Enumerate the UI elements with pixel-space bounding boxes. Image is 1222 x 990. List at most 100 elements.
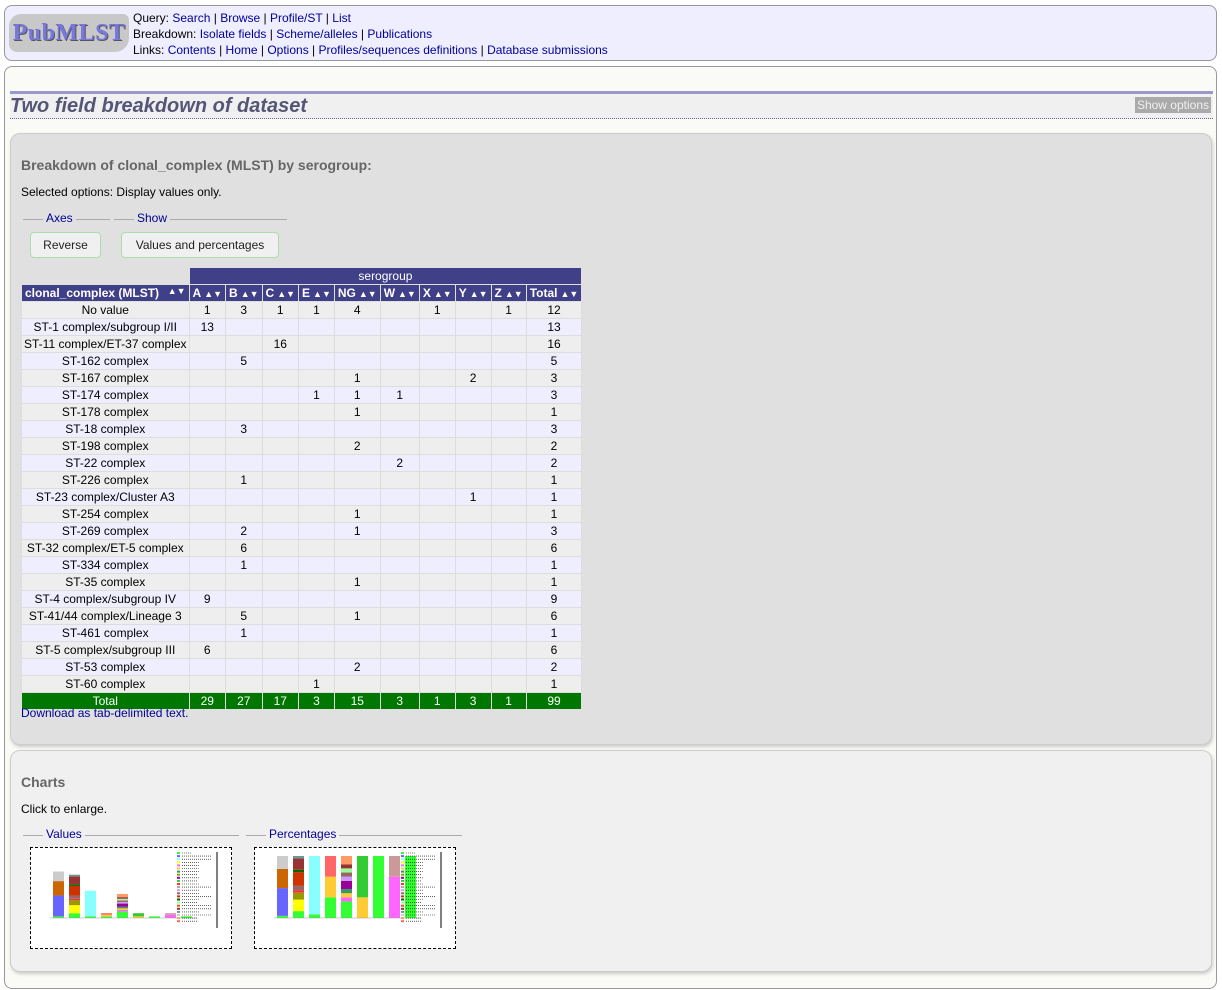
col-header-clonal-complex[interactable]: clonal_complex (MLST) ▲▼: [21, 284, 190, 302]
legend-swatch: [401, 917, 404, 920]
cell-e: [298, 539, 335, 557]
cell-a: [188, 335, 227, 353]
cell-e: [298, 403, 335, 421]
query-list-link[interactable]: List: [332, 11, 351, 25]
percentages-chart-thumbnail[interactable]: [254, 847, 456, 949]
cell-a: [188, 352, 227, 370]
cell-ng: [333, 539, 381, 557]
col-header-a[interactable]: A ▲▼: [188, 284, 227, 302]
col-header-w[interactable]: W ▲▼: [379, 284, 420, 302]
cell-c: [261, 539, 300, 557]
bar-segment: [341, 864, 352, 869]
profiles-definitions-link[interactable]: Profiles/sequences definitions: [319, 43, 478, 57]
breakdown-table: serogroup clonal_complex (MLST) ▲▼ A ▲▼ B ▲▼ C…: [21, 267, 583, 710]
cell-a: [188, 658, 227, 676]
row-label: ST-162 complex: [21, 352, 190, 370]
cell-x: [418, 624, 456, 642]
contents-link[interactable]: Contents: [168, 43, 216, 57]
cell-a: 9: [188, 590, 227, 608]
home-link[interactable]: Home: [226, 43, 258, 57]
bar-segment: [165, 913, 176, 915]
query-search-link[interactable]: Search: [172, 11, 210, 25]
legend-swatch: [177, 867, 180, 870]
cell-e: [298, 471, 335, 489]
reverse-axes-button[interactable]: Reverse: [30, 232, 101, 258]
cell-ng: [333, 318, 381, 336]
query-profile-st-link[interactable]: Profile/ST: [270, 11, 322, 25]
col-header-y[interactable]: Y ▲▼: [454, 284, 492, 302]
cell-x: [418, 607, 456, 625]
cell-z: [490, 624, 527, 642]
download-tab-delimited-link[interactable]: Download as tab-delimited text.: [21, 706, 188, 720]
database-submissions-link[interactable]: Database submissions: [487, 43, 608, 57]
cell-total: 1: [525, 675, 583, 693]
cell-z: [490, 437, 527, 455]
col-header-x[interactable]: X ▲▼: [418, 284, 456, 302]
row-label: ST-5 complex/subgroup III: [21, 641, 190, 659]
bar-segment: [293, 869, 304, 873]
col-header-e[interactable]: E ▲▼: [298, 284, 335, 302]
cell-ng: 1: [333, 403, 381, 421]
cell-z: [490, 454, 527, 472]
table-row: ST-32 complex/ET-5 complex 6 6: [21, 539, 583, 557]
legend-swatch: [177, 852, 180, 854]
cell-e: [298, 522, 335, 540]
cell-b: [225, 335, 263, 353]
legend-swatch: [401, 867, 404, 870]
bar-segment: [117, 900, 128, 902]
values-and-percentages-button[interactable]: Values and percentages: [121, 232, 279, 258]
cell-e: [298, 420, 335, 438]
cell-w: 1: [379, 386, 420, 404]
pubmlst-logo[interactable]: PubMLST: [9, 14, 129, 52]
bar-segment: [325, 876, 336, 898]
selected-options-text: Selected options: Display values only.: [21, 185, 222, 199]
bar-segment: [69, 900, 80, 906]
col-header-ng[interactable]: NG ▲▼: [333, 284, 381, 302]
cell-b: 1: [225, 624, 263, 642]
legend-swatch: [401, 914, 404, 916]
cell-x: [418, 386, 456, 404]
cell-x: [418, 352, 456, 370]
breakdown-isolate-fields-link[interactable]: Isolate fields: [200, 27, 267, 41]
legend-swatch: [401, 855, 404, 858]
col-header-b[interactable]: B ▲▼: [225, 284, 263, 302]
cell-total: 3: [525, 386, 583, 404]
cell-ng: 2: [333, 658, 381, 676]
cell-c: 1: [261, 301, 300, 319]
cell-ng: 1: [333, 386, 381, 404]
cell-ng: 1: [333, 607, 381, 625]
breakdown-publications-link[interactable]: Publications: [367, 27, 432, 41]
cell-z: [490, 335, 527, 353]
cell-x: 1: [418, 301, 456, 319]
cell-b: [225, 437, 263, 455]
cell-b: 5: [225, 607, 263, 625]
legend-swatch: [177, 907, 180, 910]
cell-z: [490, 539, 527, 557]
cell-z: [490, 522, 527, 540]
legend-swatch: [177, 901, 180, 904]
cell-z: [490, 573, 527, 591]
col-header-c[interactable]: C ▲▼: [261, 284, 300, 302]
options-link[interactable]: Options: [267, 43, 308, 57]
row-label: ST-198 complex: [21, 437, 190, 455]
legend-swatch: [401, 864, 404, 867]
cell-ng: [333, 488, 381, 506]
cell-y: 1: [454, 488, 492, 506]
query-browse-link[interactable]: Browse: [220, 11, 260, 25]
show-options-button[interactable]: Show options: [1134, 97, 1211, 113]
cell-a: [188, 607, 227, 625]
cell-a: [188, 471, 227, 489]
cell-x: [418, 488, 456, 506]
values-chart: [50, 852, 218, 928]
values-chart-thumbnail[interactable]: [30, 847, 232, 949]
axes-legend: Axes: [43, 211, 76, 225]
col-header-z[interactable]: Z ▲▼: [490, 284, 527, 302]
cell-e: [298, 505, 335, 523]
bar-segment: [277, 856, 288, 869]
cell-b: [225, 675, 263, 693]
bar-segment: [69, 895, 80, 899]
breakdown-scheme-alleles-link[interactable]: Scheme/alleles: [276, 27, 357, 41]
table-row: No value 1 3 1 1 4 1 1 12: [21, 301, 583, 319]
col-header-total[interactable]: Total ▲▼: [525, 284, 583, 302]
legend-swatch: [177, 879, 180, 882]
